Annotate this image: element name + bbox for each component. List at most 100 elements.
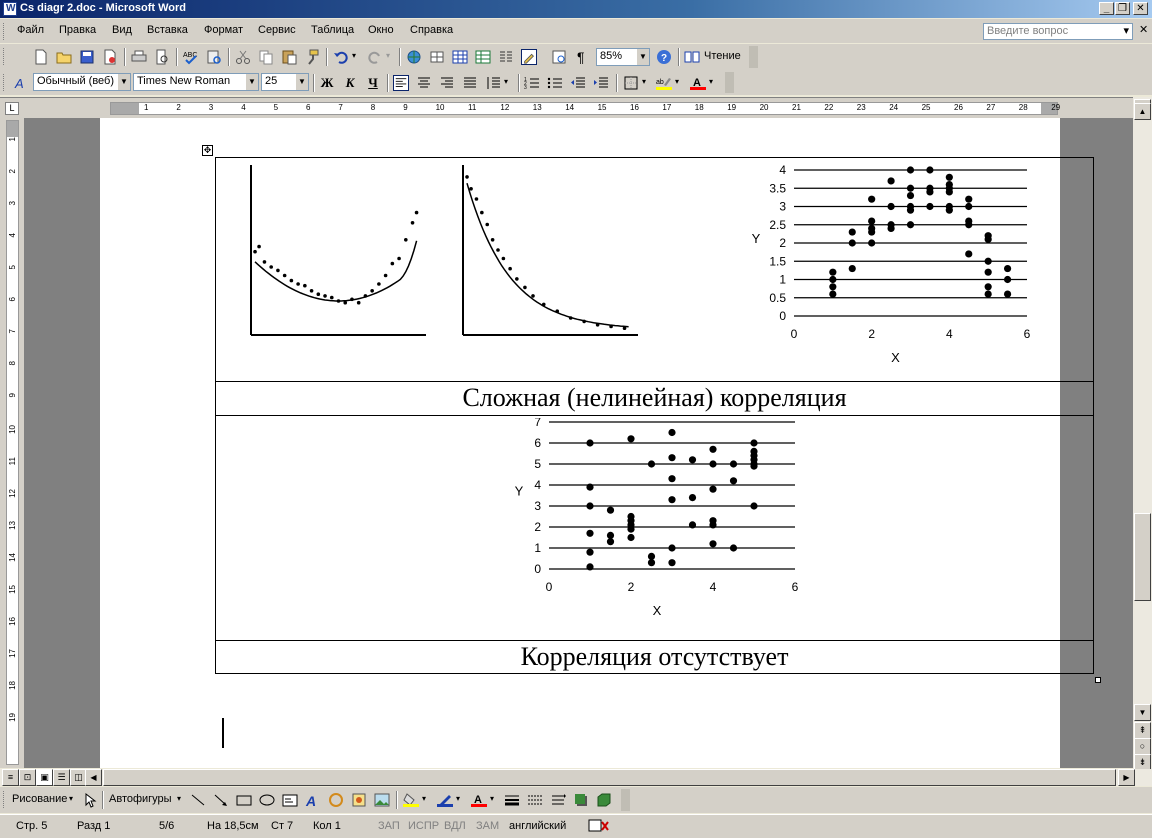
toolbar-gripper[interactable] [3, 791, 6, 808]
status-track-changes[interactable]: ИСПР [408, 820, 439, 832]
chevron-down-icon[interactable]: ▾ [490, 794, 494, 803]
zoom-combo[interactable]: 85% ▼ [596, 48, 650, 66]
shadow-style-icon[interactable] [573, 792, 589, 808]
font-color-icon[interactable]: A [690, 75, 706, 91]
menu-table[interactable]: Таблица [311, 24, 354, 36]
table-move-handle[interactable]: ✥ [202, 145, 213, 156]
undo-dropdown-icon[interactable]: ▾ [352, 51, 356, 60]
toolbar-gripper[interactable] [3, 48, 6, 65]
line-tool-icon[interactable] [190, 792, 206, 808]
print-icon[interactable] [131, 49, 147, 65]
redo-icon[interactable] [367, 49, 383, 65]
help-icon[interactable]: ? [656, 49, 672, 65]
table-row-chart-none[interactable]: 0 1 2 3 4 5 6 7 0 2 4 6 X Y [216, 416, 1093, 641]
outline-view-icon[interactable]: ☰ [53, 769, 70, 786]
restore-button[interactable]: ❐ [1115, 2, 1130, 15]
chevron-down-icon[interactable]: ▾ [709, 77, 713, 86]
menu-tools[interactable]: Сервис [258, 24, 296, 36]
menu-gripper[interactable] [3, 23, 6, 40]
close-button[interactable]: ✕ [1133, 2, 1148, 15]
align-left-icon[interactable] [393, 75, 409, 91]
status-extend[interactable]: ВДЛ [444, 820, 466, 832]
open-folder-icon[interactable] [56, 49, 72, 65]
bullets-icon[interactable] [547, 75, 563, 91]
justify-icon[interactable] [462, 75, 478, 91]
vertical-ruler[interactable]: 1 2 3 4 5 6 7 8 9 10 11 12 13 14 15 16 17 18 19 [0, 118, 24, 768]
bold-button[interactable]: Ж [318, 75, 336, 91]
vertical-scroll-thumb[interactable] [1134, 513, 1151, 601]
horizontal-ruler[interactable]: L 1 2 3 4 5 6 7 8 9 10 11 12 13 14 15 16 17 18 19 20 21 22 23 2… [0, 97, 1152, 118]
italic-button[interactable]: К [341, 75, 359, 91]
reading-mode-label[interactable]: Чтение [704, 50, 741, 62]
underline-button[interactable]: Ч [364, 75, 382, 91]
chevron-down-icon[interactable]: ▾ [177, 794, 181, 803]
scroll-up-arrow-icon[interactable]: ▲ [1134, 103, 1151, 120]
wordart-icon[interactable]: A [305, 792, 321, 808]
tab-selector[interactable]: L [5, 102, 19, 115]
spelling-icon[interactable]: ABC [183, 49, 199, 65]
minimize-button[interactable]: _ [1099, 2, 1114, 15]
align-right-icon[interactable] [439, 75, 455, 91]
chevron-down-icon[interactable]: ▼ [637, 49, 649, 65]
chevron-down-icon[interactable]: ▾ [642, 77, 646, 86]
redo-dropdown-icon[interactable]: ▾ [386, 51, 390, 60]
chevron-down-icon[interactable]: ▾ [422, 794, 426, 803]
menu-insert[interactable]: Вставка [147, 24, 188, 36]
oval-tool-icon[interactable] [259, 792, 275, 808]
reading-layout-icon[interactable] [684, 49, 700, 65]
paste-icon[interactable] [281, 49, 297, 65]
horizontal-scrollbar[interactable]: ≡ ⊡ ▣ ☰ ◫ ◀ ▶ [0, 769, 1152, 786]
toolbar-options-icon[interactable] [725, 72, 734, 93]
drawing-icon[interactable] [521, 49, 537, 65]
draw-menu[interactable]: Рисование [12, 793, 67, 805]
chevron-down-icon[interactable]: ▾ [1123, 24, 1129, 37]
new-document-icon[interactable] [33, 49, 49, 65]
spelling-status-icon[interactable] [588, 819, 610, 833]
insert-picture-icon[interactable] [374, 792, 390, 808]
columns-icon[interactable] [498, 49, 514, 65]
document-table[interactable]: 0 0.5 1 1.5 2 2.5 3 3.5 4 0 2 4 6 X Y Сложная (нелиней… [215, 157, 1094, 674]
menu-format[interactable]: Формат [204, 24, 243, 36]
status-rec[interactable]: ЗАП [378, 820, 400, 832]
insert-table-icon[interactable] [452, 49, 468, 65]
document-area[interactable]: ✥ 0 0.5 1 1.5 2 2.5 3 3.5 4 0 2 4 6 X Y Сложная (нелин… [24, 118, 1133, 768]
table-row-charts-complex[interactable]: 0 0.5 1 1.5 2 2.5 3 3.5 4 0 2 4 6 X Y [216, 158, 1093, 382]
undo-icon[interactable] [333, 49, 349, 65]
vertical-scrollbar[interactable]: ▲ ▼ ⇞ ○ ⇟ [1133, 97, 1152, 771]
toolbar-options-icon[interactable] [621, 789, 630, 811]
tables-borders-icon[interactable] [429, 49, 445, 65]
previous-page-icon[interactable]: ⇞ [1134, 722, 1151, 739]
toolbar-options-icon[interactable] [749, 46, 758, 68]
document-map-icon[interactable] [551, 49, 567, 65]
web-layout-icon[interactable]: ⊡ [19, 769, 36, 786]
vertical-ruler-strip[interactable]: 1 2 3 4 5 6 7 8 9 10 11 12 13 14 15 16 17 18 19 [6, 120, 19, 765]
drawing-font-color-icon[interactable]: A [471, 792, 487, 808]
menu-edit[interactable]: Правка [59, 24, 96, 36]
font-combo[interactable]: Times New Roman ▼ [133, 73, 259, 91]
numbering-icon[interactable]: 123 [524, 75, 540, 91]
3d-style-icon[interactable] [596, 792, 612, 808]
chevron-down-icon[interactable]: ▾ [456, 794, 460, 803]
word-app-icon[interactable] [3, 2, 17, 16]
print-preview-icon[interactable] [154, 49, 170, 65]
horizontal-scroll-thumb[interactable] [103, 769, 1116, 786]
status-overtype[interactable]: ЗАМ [476, 820, 499, 832]
select-browse-object-icon[interactable]: ○ [1134, 738, 1151, 755]
highlight-icon[interactable]: ab [656, 75, 672, 91]
ask-question-box[interactable]: Введите вопрос ▾ [983, 23, 1133, 40]
scroll-right-arrow-icon[interactable]: ▶ [1118, 769, 1135, 786]
insert-excel-icon[interactable] [475, 49, 491, 65]
fill-color-icon[interactable] [403, 792, 419, 808]
research-icon[interactable] [206, 49, 222, 65]
ruler-strip[interactable]: 1 2 3 4 5 6 7 8 9 10 11 12 13 14 15 16 17 18 19 20 21 22 23 24 2… [110, 102, 1060, 115]
chevron-down-icon[interactable]: ▼ [118, 74, 130, 90]
chevron-down-icon[interactable]: ▼ [296, 74, 308, 90]
normal-view-icon[interactable]: ≡ [2, 769, 19, 786]
cut-icon[interactable] [235, 49, 251, 65]
increase-indent-icon[interactable] [593, 75, 609, 91]
chevron-down-icon[interactable]: ▾ [504, 77, 508, 86]
arrow-tool-icon[interactable] [213, 792, 229, 808]
hyperlink-icon[interactable] [406, 49, 422, 65]
line-style-icon[interactable] [504, 792, 520, 808]
format-painter-icon[interactable] [304, 49, 320, 65]
